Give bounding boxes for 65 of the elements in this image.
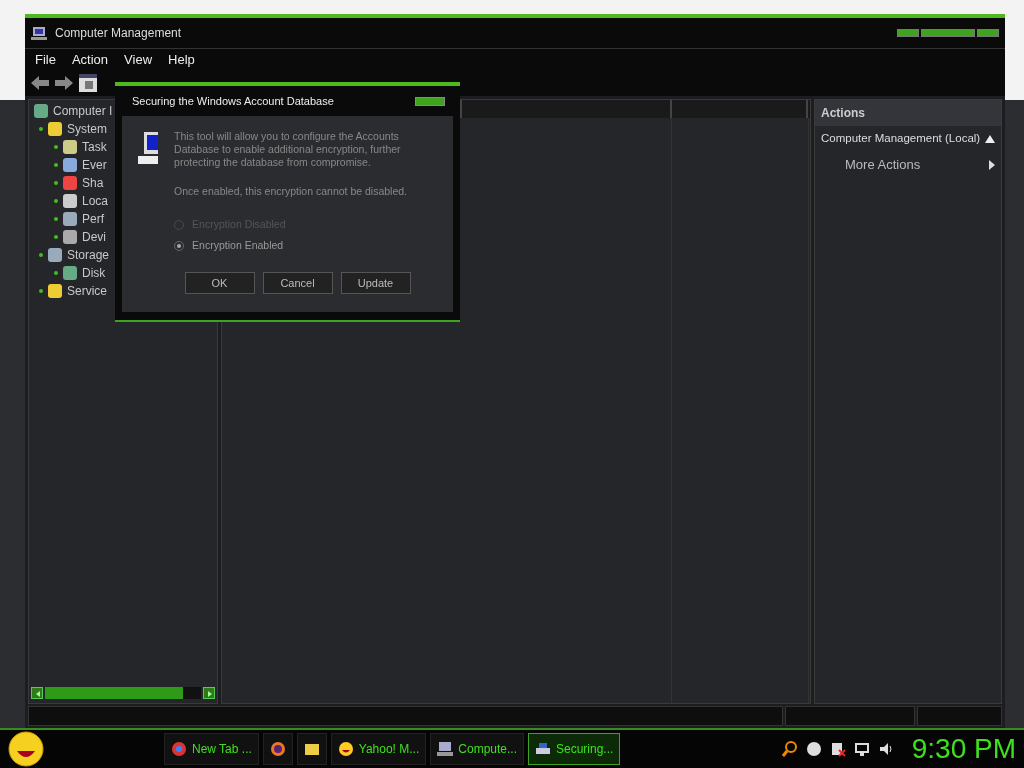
tree-item[interactable]: Perf (82, 210, 104, 228)
node-icon (62, 157, 78, 173)
clock: 9:30 PM (911, 732, 1016, 766)
taskbar-button[interactable]: New Tab ... (164, 733, 259, 765)
menu-item[interactable]: File (29, 49, 62, 70)
node-icon (33, 103, 49, 119)
taskbar-button[interactable] (262, 733, 293, 765)
node-icon (47, 283, 63, 299)
tree-item[interactable]: System (67, 120, 107, 138)
taskbar-button[interactable] (296, 733, 327, 765)
dialog-button[interactable]: Cancel (262, 272, 333, 294)
action-link[interactable]: More Actions (845, 155, 921, 175)
close-button[interactable] (415, 96, 445, 106)
tree-item[interactable]: Sha (82, 174, 104, 192)
console-tree-icon[interactable] (79, 74, 97, 92)
node-icon (62, 193, 78, 209)
scroll-thumb[interactable] (45, 687, 183, 699)
node-icon (47, 247, 63, 263)
computer-icon (437, 741, 454, 757)
scroll-right-button[interactable] (203, 687, 215, 699)
menu-item[interactable]: Help (162, 49, 201, 70)
search-icon[interactable] (781, 741, 798, 757)
dialog-message: This tool will allow you to configure the Accounts Database to enable additional encryption, further protecting the database from compromise. (174, 130, 402, 169)
computer-icon (31, 26, 47, 40)
smiley-icon (337, 741, 354, 757)
dialog-button[interactable]: OK (184, 272, 255, 294)
tree-item[interactable]: Service (67, 282, 107, 300)
forward-icon[interactable] (55, 76, 73, 90)
scroll-left-button[interactable] (31, 687, 43, 699)
tree-item[interactable]: Storage (67, 246, 110, 264)
node-icon (62, 139, 78, 155)
network-icon[interactable] (853, 741, 870, 757)
taskbar-button[interactable]: Securing... (528, 733, 621, 765)
window-title: Computer Management (55, 25, 182, 42)
action-group-header[interactable]: Computer Management (Local) (821, 130, 981, 148)
menu-item[interactable]: View (118, 49, 159, 70)
back-icon[interactable] (31, 76, 49, 90)
smiley-icon[interactable] (8, 731, 44, 767)
tree-item[interactable]: Devi (82, 228, 106, 246)
tree-item[interactable]: Task (82, 138, 107, 156)
submenu-arrow-icon[interactable] (989, 160, 995, 170)
tree-item[interactable]: Disk (82, 264, 106, 282)
node-icon (62, 229, 78, 245)
taskbar-button[interactable]: Compute... (430, 733, 524, 765)
radio-label: Encryption Enabled (192, 239, 284, 252)
volume-icon[interactable] (877, 741, 894, 757)
dialog-note: Once enabled, this encryption cannot be disabled. (174, 185, 409, 198)
node-icon (62, 211, 78, 227)
menu-item[interactable]: Action (65, 49, 115, 70)
flag-icon[interactable] (829, 741, 846, 757)
node-icon (62, 265, 78, 281)
dialog-title: Securing the Windows Account Database (132, 93, 334, 109)
collapse-icon[interactable] (985, 134, 995, 143)
node-icon (62, 175, 78, 191)
folder-icon (303, 741, 320, 757)
printer-icon (535, 741, 551, 757)
actions-header: Actions (815, 100, 1001, 126)
browser-icon (269, 741, 286, 757)
tree-item[interactable]: Loca (82, 192, 109, 210)
tree-item[interactable]: Ever (82, 156, 107, 174)
taskbar-button[interactable]: Yahoo! M... (330, 733, 427, 765)
tree-item[interactable]: Computer I (53, 102, 113, 120)
browser-icon (171, 741, 187, 757)
dialog-button[interactable]: Update (340, 272, 411, 294)
node-icon (47, 121, 63, 137)
